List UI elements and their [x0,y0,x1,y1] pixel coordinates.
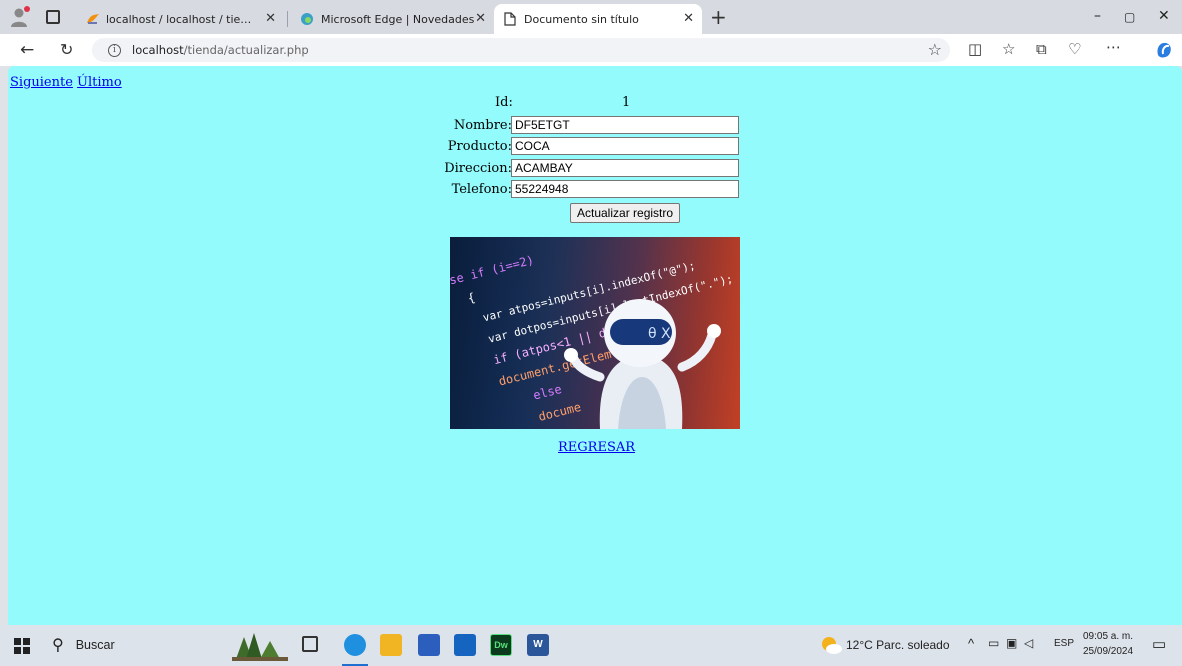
weather-text[interactable]: 12°C Parc. soleado [846,638,950,652]
url-path: /tienda/actualizar.php [183,43,309,57]
id-value: 1 [622,95,631,110]
search-placeholder: Buscar [75,638,115,652]
code-robot-illustration: else if (i==2) { var atpos=inputs[i].ind… [450,237,740,429]
restore-button[interactable]: ▢ [1124,10,1135,24]
windows-taskbar: ⚲ Buscar Dw W 12°C Parc. soleado ^ ▭ ▣ ◁… [0,625,1182,666]
favorites-icon[interactable]: ☆ [1002,40,1015,58]
network-icon[interactable]: ▣ [1006,636,1017,650]
close-icon[interactable]: ✕ [265,11,276,26]
document-icon [504,12,516,26]
tab-documento[interactable]: Documento sin título ✕ [494,4,702,34]
landscape-widget-icon[interactable] [232,629,288,661]
url-text[interactable]: localhost/tienda/actualizar.php [132,43,309,57]
tab-separator [287,11,288,27]
phpmyadmin-icon [87,14,99,24]
page-viewport: Siguiente Último Id: 1 Nombre: Producto:… [8,66,1182,625]
profile-icon[interactable] [8,5,32,29]
minimize-button[interactable]: – [1094,8,1101,24]
copilot-icon[interactable] [1154,40,1174,60]
volume-icon[interactable]: ◁ [1024,636,1033,650]
task-view-icon[interactable] [302,636,318,652]
update-record-button[interactable]: Actualizar registro [570,203,681,223]
back-link[interactable]: REGRESAR [558,440,635,455]
producto-label: Producto: [447,139,512,154]
address-bar[interactable]: i localhost/tienda/actualizar.php ☆ [92,38,950,62]
taskbar-search[interactable]: ⚲ Buscar [46,631,224,659]
store-icon[interactable] [418,634,440,656]
browser-essentials-icon[interactable]: ♡ [1068,40,1081,58]
onedrive-icon[interactable]: ▭ [988,636,999,650]
direccion-label: Direccion: [444,161,512,176]
robot-visor-text: θ X [648,326,671,342]
record-pager: Siguiente Último [10,75,122,90]
refresh-icon[interactable]: ↻ [60,40,73,59]
telefono-input[interactable] [511,180,739,198]
favorite-star-icon[interactable]: ☆ [928,40,942,59]
word-icon[interactable]: W [527,634,549,656]
hero-image: else if (i==2) { var atpos=inputs[i].ind… [450,237,740,429]
direccion-input[interactable] [511,159,739,177]
nombre-label: Nombre: [453,118,512,133]
weather-sun-icon[interactable] [820,635,842,655]
back-icon[interactable]: ← [20,40,34,60]
chevron-up-icon[interactable]: ^ [968,636,974,651]
close-icon[interactable]: ✕ [683,11,694,26]
nombre-input[interactable] [511,116,739,134]
edge-taskbar-icon[interactable] [344,634,366,656]
language-indicator[interactable]: ESP [1054,638,1074,649]
notifications-icon[interactable]: ▭ [1152,635,1166,653]
next-link[interactable]: Siguiente [10,75,73,90]
split-screen-icon[interactable]: ◫ [968,40,982,58]
collections-icon[interactable]: ⧉ [1036,40,1047,58]
browser-tab-strip: localhost / localhost / tienda_aba ✕ Mic… [0,0,1182,34]
mail-icon[interactable] [454,634,476,656]
tab-actions-icon[interactable] [46,10,60,24]
last-link[interactable]: Último [77,75,122,90]
new-tab-button[interactable]: + [710,5,727,29]
close-icon[interactable]: ✕ [475,11,486,26]
info-icon[interactable]: i [108,43,121,57]
producto-input[interactable] [511,137,739,155]
windows-start-icon[interactable] [14,638,30,654]
tab-phpmyadmin[interactable]: localhost / localhost / tienda_aba ✕ [76,4,284,34]
close-window-button[interactable]: ✕ [1158,8,1170,24]
search-icon: ⚲ [52,637,64,654]
telefono-label: Telefono: [451,182,512,197]
tab-title: localhost / localhost / tienda_aba [106,12,256,26]
id-label: Id: [495,95,513,110]
tab-title: Documento sin título [524,12,639,26]
clock-date[interactable]: 25/09/2024 [1083,646,1133,657]
tab-edge-news[interactable]: Microsoft Edge | Novedades ✕ [290,4,494,34]
edge-icon [301,13,313,25]
clock-time[interactable]: 09:05 a. m. [1083,631,1133,642]
file-explorer-icon[interactable] [380,634,402,656]
dreamweaver-icon[interactable]: Dw [490,634,512,656]
url-host: localhost [132,43,184,57]
tab-title: Microsoft Edge | Novedades [321,12,475,26]
more-options-icon[interactable]: ⋯ [1106,38,1121,56]
